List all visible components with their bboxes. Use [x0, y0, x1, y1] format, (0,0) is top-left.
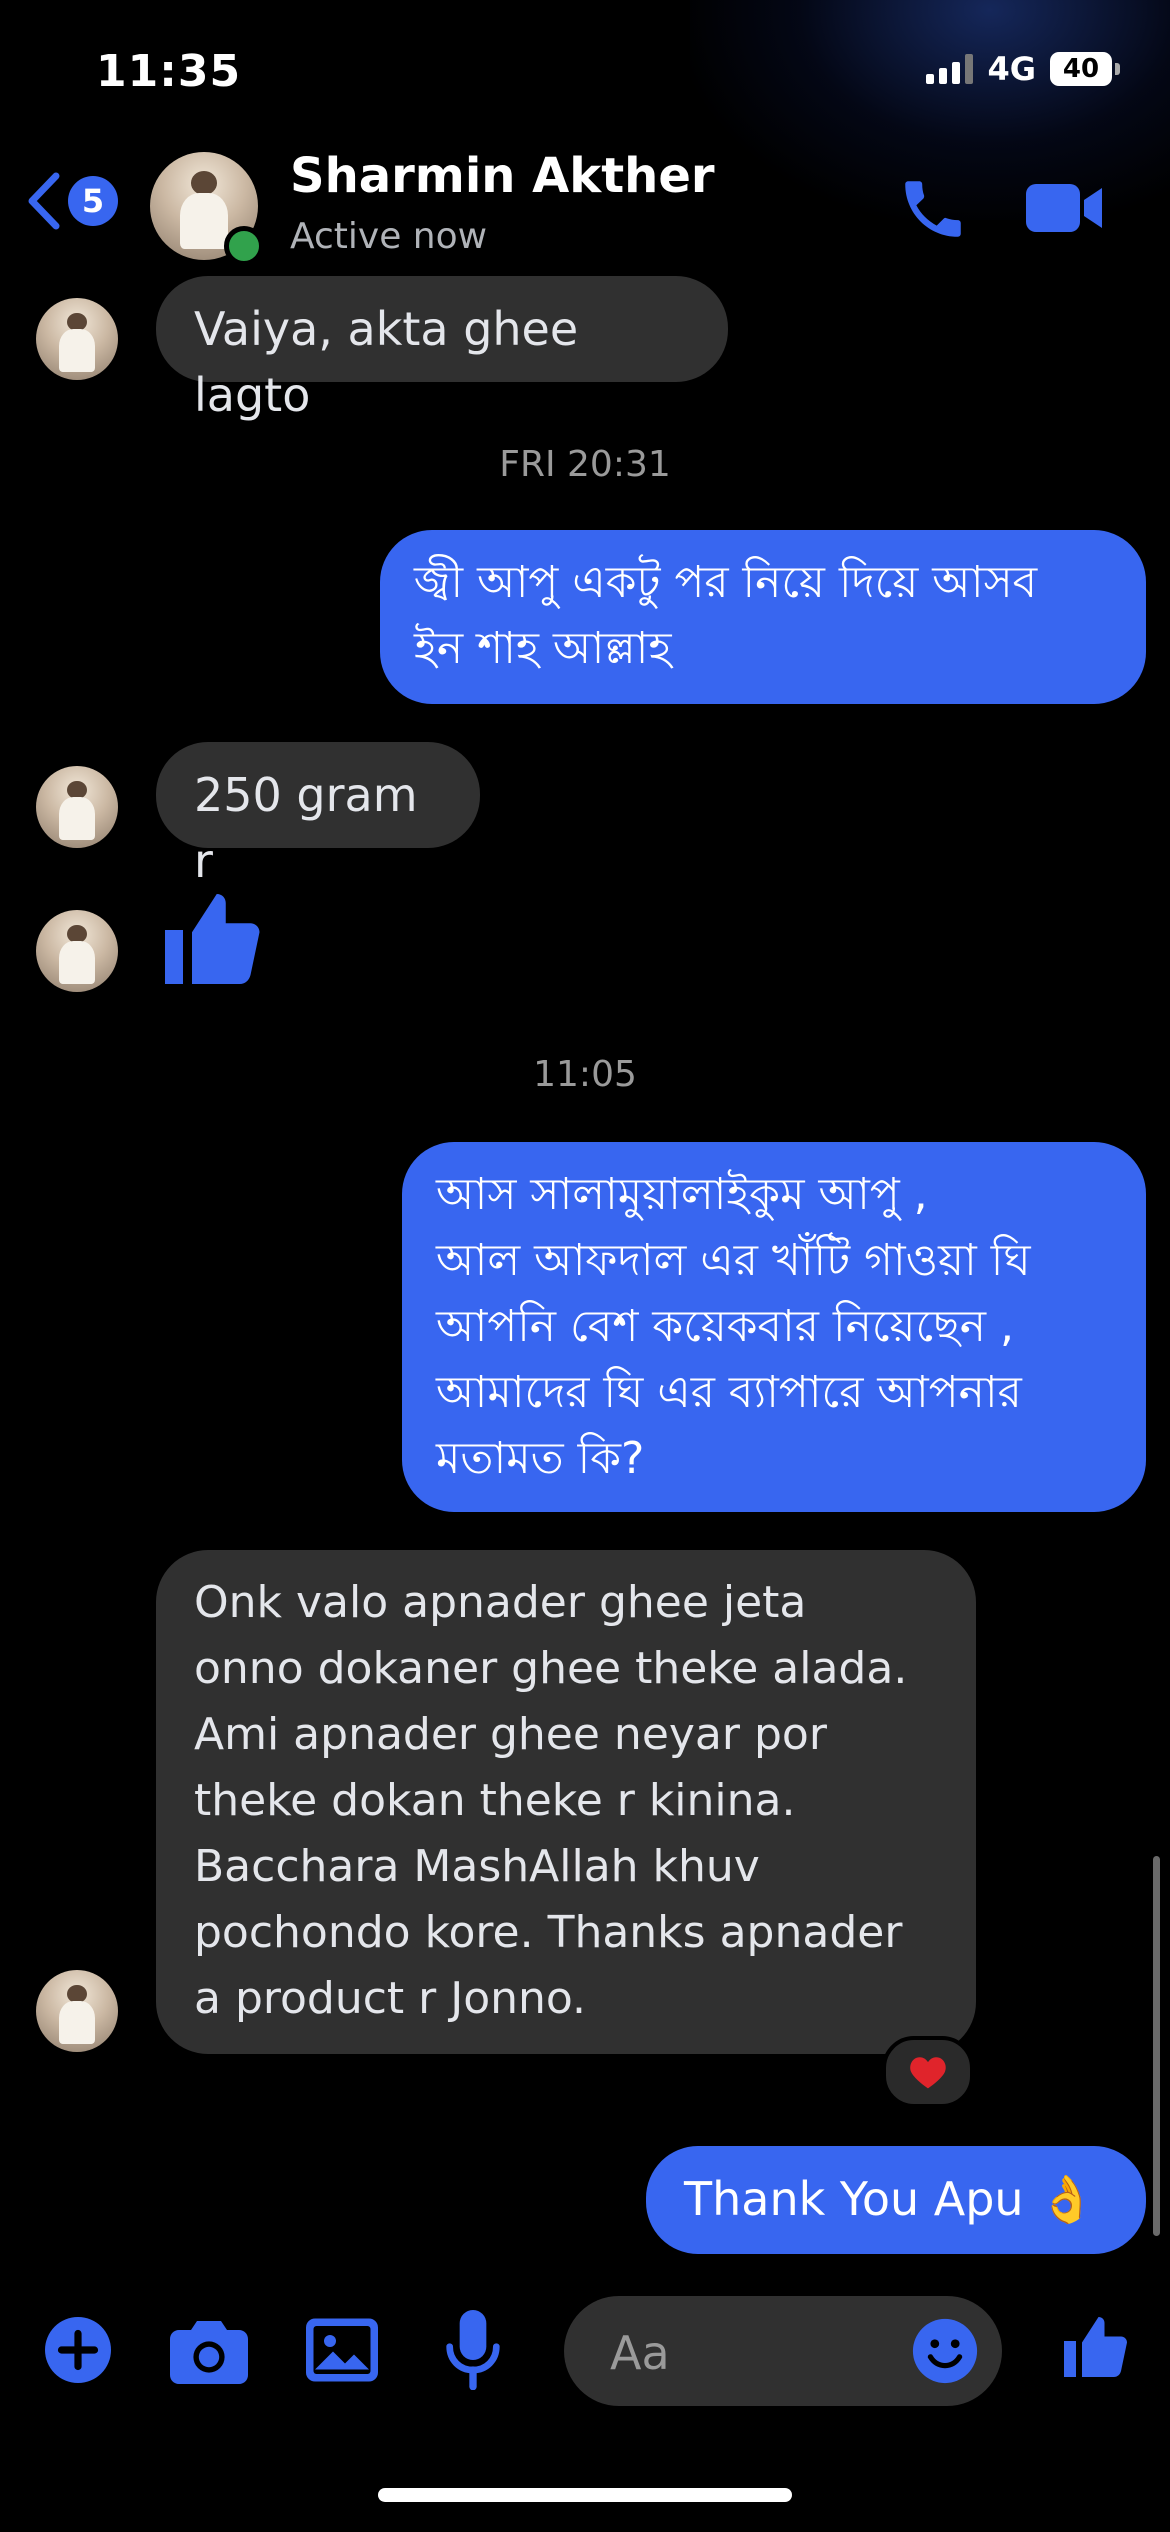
phone-icon[interactable]: [896, 172, 970, 246]
battery-icon: 40: [1050, 52, 1112, 86]
outgoing-message[interactable]: Thank You Apu 👌: [646, 2146, 1146, 2254]
home-indicator[interactable]: [378, 2488, 792, 2502]
message-avatar[interactable]: [36, 1970, 118, 2052]
status-icons: 4G 40: [926, 50, 1120, 88]
message-avatar[interactable]: [36, 298, 118, 380]
status-time: 11:35: [96, 46, 242, 97]
contact-name[interactable]: Sharmin Akther: [290, 148, 715, 204]
message-input[interactable]: Aa: [564, 2296, 1002, 2406]
outgoing-message[interactable]: জ্বী আপু একটু পর নিয়ে দিয়ে আসব ইন শাহ …: [380, 530, 1146, 704]
microphone-icon[interactable]: [446, 2310, 500, 2390]
message-avatar[interactable]: [36, 910, 118, 992]
unread-badge: 5: [68, 176, 118, 226]
incoming-message[interactable]: Onk valo apnader ghee jeta onno dokaner …: [156, 1550, 976, 2054]
back-button[interactable]: 5: [24, 170, 118, 232]
contact-status: Active now: [290, 216, 488, 257]
thumbs-up-icon[interactable]: [156, 884, 264, 994]
thumbs-up-icon[interactable]: [1058, 2310, 1130, 2384]
message-input-placeholder: Aa: [610, 2326, 670, 2380]
battery-cap: [1115, 63, 1120, 75]
plus-circle-icon[interactable]: [42, 2314, 114, 2386]
message-timestamp: 11:05: [533, 1054, 637, 1095]
message-avatar[interactable]: [36, 766, 118, 848]
chevron-left-icon: [28, 172, 60, 230]
message-timestamp: FRI 20:31: [499, 444, 671, 485]
incoming-message[interactable]: Vaiya, akta ghee lagto: [156, 276, 728, 422]
image-icon[interactable]: [306, 2318, 378, 2382]
message-reaction[interactable]: [882, 2036, 974, 2108]
incoming-message[interactable]: 250 gram r: [156, 742, 480, 888]
camera-icon[interactable]: [170, 2318, 248, 2384]
video-camera-icon[interactable]: [1024, 178, 1104, 238]
network-type: 4G: [987, 50, 1036, 88]
online-indicator: [224, 226, 264, 266]
outgoing-message[interactable]: আস সালামুয়ালাইকুম আপু , আল আফদাল এর খাঁ…: [402, 1142, 1146, 1512]
signal-icon: [926, 54, 974, 84]
chat-scrollbar[interactable]: [1153, 1856, 1160, 2236]
heart-icon: [910, 2057, 946, 2089]
smiley-icon[interactable]: [910, 2316, 980, 2386]
messenger-screen: 11:35 4G 40 5 Sharmin Akther Active now …: [0, 0, 1170, 2532]
